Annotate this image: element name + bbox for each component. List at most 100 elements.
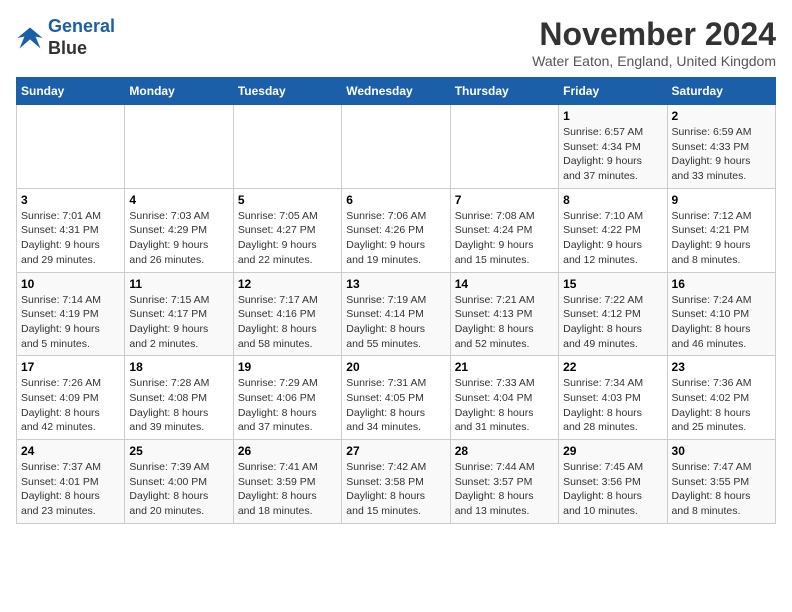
calendar-cell xyxy=(125,105,233,189)
day-number: 28 xyxy=(455,444,554,458)
day-number: 3 xyxy=(21,193,120,207)
day-number: 20 xyxy=(346,360,445,374)
day-info: Sunrise: 7:36 AM Sunset: 4:02 PM Dayligh… xyxy=(672,376,771,435)
logo: General Blue xyxy=(16,16,115,59)
calendar-cell: 12 Sunrise: 7:17 AM Sunset: 4:16 PM Dayli… xyxy=(233,272,341,356)
day-number: 11 xyxy=(129,277,228,291)
calendar-week-2: 10 Sunrise: 7:14 AM Sunset: 4:19 PM Dayli… xyxy=(17,272,776,356)
day-number: 22 xyxy=(563,360,662,374)
day-number: 6 xyxy=(346,193,445,207)
weekday-header-tuesday: Tuesday xyxy=(233,78,341,105)
day-info: Sunrise: 7:19 AM Sunset: 4:14 PM Dayligh… xyxy=(346,293,445,352)
calendar-cell: 26 Sunrise: 7:41 AM Sunset: 3:59 PM Dayli… xyxy=(233,440,341,524)
day-number: 27 xyxy=(346,444,445,458)
day-number: 13 xyxy=(346,277,445,291)
subtitle: Water Eaton, England, United Kingdom xyxy=(532,53,776,69)
day-number: 1 xyxy=(563,109,662,123)
day-number: 12 xyxy=(238,277,337,291)
weekday-header-wednesday: Wednesday xyxy=(342,78,450,105)
calendar-week-0: 1 Sunrise: 6:57 AM Sunset: 4:34 PM Daylig… xyxy=(17,105,776,189)
day-info: Sunrise: 7:37 AM Sunset: 4:01 PM Dayligh… xyxy=(21,460,120,519)
day-number: 21 xyxy=(455,360,554,374)
calendar-cell xyxy=(342,105,450,189)
day-info: Sunrise: 7:39 AM Sunset: 4:00 PM Dayligh… xyxy=(129,460,228,519)
calendar-cell: 15 Sunrise: 7:22 AM Sunset: 4:12 PM Dayli… xyxy=(559,272,667,356)
day-info: Sunrise: 7:21 AM Sunset: 4:13 PM Dayligh… xyxy=(455,293,554,352)
day-info: Sunrise: 7:34 AM Sunset: 4:03 PM Dayligh… xyxy=(563,376,662,435)
calendar-cell: 13 Sunrise: 7:19 AM Sunset: 4:14 PM Dayli… xyxy=(342,272,450,356)
logo-bird-icon xyxy=(16,24,44,52)
weekday-header-sunday: Sunday xyxy=(17,78,125,105)
calendar-cell xyxy=(17,105,125,189)
header: General Blue November 2024 Water Eaton, … xyxy=(16,16,776,69)
weekday-header-row: SundayMondayTuesdayWednesdayThursdayFrid… xyxy=(17,78,776,105)
calendar-cell: 21Sunrise: 7:33 AM Sunset: 4:04 PM Dayli… xyxy=(450,356,558,440)
day-number: 2 xyxy=(672,109,771,123)
day-number: 24 xyxy=(21,444,120,458)
calendar-cell: 16Sunrise: 7:24 AM Sunset: 4:10 PM Dayli… xyxy=(667,272,775,356)
calendar-cell: 23 Sunrise: 7:36 AM Sunset: 4:02 PM Dayli… xyxy=(667,356,775,440)
day-info: Sunrise: 7:06 AM Sunset: 4:26 PM Dayligh… xyxy=(346,209,445,268)
calendar-week-1: 3Sunrise: 7:01 AM Sunset: 4:31 PM Daylig… xyxy=(17,188,776,272)
calendar-cell: 11 Sunrise: 7:15 AM Sunset: 4:17 PM Dayli… xyxy=(125,272,233,356)
day-info: Sunrise: 7:44 AM Sunset: 3:57 PM Dayligh… xyxy=(455,460,554,519)
calendar-cell: 5Sunrise: 7:05 AM Sunset: 4:27 PM Daylig… xyxy=(233,188,341,272)
day-info: Sunrise: 7:29 AM Sunset: 4:06 PM Dayligh… xyxy=(238,376,337,435)
day-number: 14 xyxy=(455,277,554,291)
day-info: Sunrise: 7:17 AM Sunset: 4:16 PM Dayligh… xyxy=(238,293,337,352)
calendar-cell: 19 Sunrise: 7:29 AM Sunset: 4:06 PM Dayli… xyxy=(233,356,341,440)
calendar-cell: 27 Sunrise: 7:42 AM Sunset: 3:58 PM Dayli… xyxy=(342,440,450,524)
day-number: 18 xyxy=(129,360,228,374)
day-number: 23 xyxy=(672,360,771,374)
day-number: 16 xyxy=(672,277,771,291)
title-area: November 2024 Water Eaton, England, Unit… xyxy=(532,16,776,69)
calendar-cell: 3Sunrise: 7:01 AM Sunset: 4:31 PM Daylig… xyxy=(17,188,125,272)
day-info: Sunrise: 7:15 AM Sunset: 4:17 PM Dayligh… xyxy=(129,293,228,352)
calendar-cell: 20 Sunrise: 7:31 AM Sunset: 4:05 PM Dayli… xyxy=(342,356,450,440)
day-info: Sunrise: 7:05 AM Sunset: 4:27 PM Dayligh… xyxy=(238,209,337,268)
calendar-cell: 1 Sunrise: 6:57 AM Sunset: 4:34 PM Daylig… xyxy=(559,105,667,189)
day-info: Sunrise: 7:08 AM Sunset: 4:24 PM Dayligh… xyxy=(455,209,554,268)
calendar-cell: 17 Sunrise: 7:26 AM Sunset: 4:09 PM Dayli… xyxy=(17,356,125,440)
day-number: 9 xyxy=(672,193,771,207)
calendar-cell: 29Sunrise: 7:45 AM Sunset: 3:56 PM Dayli… xyxy=(559,440,667,524)
day-info: Sunrise: 6:57 AM Sunset: 4:34 PM Dayligh… xyxy=(563,125,662,184)
calendar-cell: 14 Sunrise: 7:21 AM Sunset: 4:13 PM Dayli… xyxy=(450,272,558,356)
calendar-table: SundayMondayTuesdayWednesdayThursdayFrid… xyxy=(16,77,776,524)
day-info: Sunrise: 7:42 AM Sunset: 3:58 PM Dayligh… xyxy=(346,460,445,519)
day-info: Sunrise: 7:31 AM Sunset: 4:05 PM Dayligh… xyxy=(346,376,445,435)
day-info: Sunrise: 7:10 AM Sunset: 4:22 PM Dayligh… xyxy=(563,209,662,268)
day-info: Sunrise: 7:28 AM Sunset: 4:08 PM Dayligh… xyxy=(129,376,228,435)
calendar-body: 1 Sunrise: 6:57 AM Sunset: 4:34 PM Daylig… xyxy=(17,105,776,524)
logo-text: General Blue xyxy=(48,16,115,59)
day-info: Sunrise: 7:45 AM Sunset: 3:56 PM Dayligh… xyxy=(563,460,662,519)
day-number: 8 xyxy=(563,193,662,207)
day-info: Sunrise: 7:26 AM Sunset: 4:09 PM Dayligh… xyxy=(21,376,120,435)
calendar-cell: 9Sunrise: 7:12 AM Sunset: 4:21 PM Daylig… xyxy=(667,188,775,272)
calendar-cell xyxy=(450,105,558,189)
weekday-header-friday: Friday xyxy=(559,78,667,105)
day-number: 15 xyxy=(563,277,662,291)
calendar-header: SundayMondayTuesdayWednesdayThursdayFrid… xyxy=(17,78,776,105)
calendar-cell: 18 Sunrise: 7:28 AM Sunset: 4:08 PM Dayli… xyxy=(125,356,233,440)
day-info: Sunrise: 7:14 AM Sunset: 4:19 PM Dayligh… xyxy=(21,293,120,352)
day-number: 26 xyxy=(238,444,337,458)
day-info: Sunrise: 7:47 AM Sunset: 3:55 PM Dayligh… xyxy=(672,460,771,519)
day-number: 10 xyxy=(21,277,120,291)
day-info: Sunrise: 7:41 AM Sunset: 3:59 PM Dayligh… xyxy=(238,460,337,519)
calendar-cell: 4Sunrise: 7:03 AM Sunset: 4:29 PM Daylig… xyxy=(125,188,233,272)
day-info: Sunrise: 6:59 AM Sunset: 4:33 PM Dayligh… xyxy=(672,125,771,184)
calendar-cell: 30Sunrise: 7:47 AM Sunset: 3:55 PM Dayli… xyxy=(667,440,775,524)
calendar-cell: 6 Sunrise: 7:06 AM Sunset: 4:26 PM Daylig… xyxy=(342,188,450,272)
day-number: 17 xyxy=(21,360,120,374)
day-info: Sunrise: 7:22 AM Sunset: 4:12 PM Dayligh… xyxy=(563,293,662,352)
calendar-cell: 28 Sunrise: 7:44 AM Sunset: 3:57 PM Dayli… xyxy=(450,440,558,524)
logo-line2: Blue xyxy=(48,38,115,60)
calendar-week-3: 17 Sunrise: 7:26 AM Sunset: 4:09 PM Dayli… xyxy=(17,356,776,440)
day-number: 19 xyxy=(238,360,337,374)
calendar-cell: 22 Sunrise: 7:34 AM Sunset: 4:03 PM Dayli… xyxy=(559,356,667,440)
logo-line1: General xyxy=(48,16,115,36)
calendar-cell: 8 Sunrise: 7:10 AM Sunset: 4:22 PM Daylig… xyxy=(559,188,667,272)
calendar-cell: 24 Sunrise: 7:37 AM Sunset: 4:01 PM Dayli… xyxy=(17,440,125,524)
day-number: 25 xyxy=(129,444,228,458)
